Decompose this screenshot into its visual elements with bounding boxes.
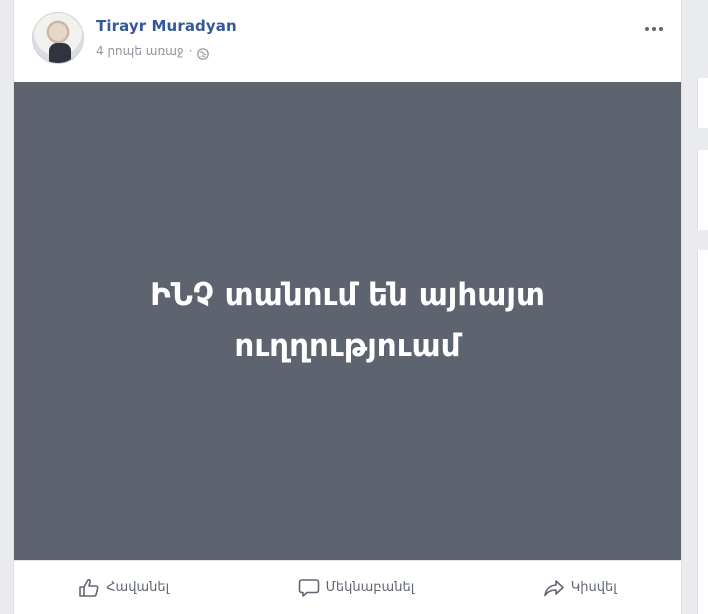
- action-bar: Հավանել Մեկնաբանել Կիսվել: [14, 560, 681, 614]
- post-image[interactable]: ԻՆՉ տանում են այհայտ ուղղություամ: [14, 82, 681, 560]
- ellipsis-icon: [652, 27, 656, 31]
- post-header: Tirayr Muradyan 4 րոպե առաջ ·: [30, 12, 669, 70]
- post-timestamp[interactable]: 4 րոպե առաջ: [96, 44, 184, 58]
- globe-icon: [197, 45, 210, 60]
- meta-separator: ·: [188, 44, 193, 58]
- ellipsis-icon: [645, 27, 649, 31]
- comment-bubble-icon: [298, 578, 320, 598]
- thumbs-up-icon: [78, 578, 100, 598]
- comment-button[interactable]: Մեկնաբանել: [288, 572, 425, 604]
- like-button[interactable]: Հավանել: [68, 572, 179, 604]
- like-label: Հավանել: [106, 580, 170, 595]
- ellipsis-icon: [659, 27, 663, 31]
- post-meta: 4 րոպե առաջ ·: [96, 44, 210, 60]
- share-button[interactable]: Կիսվել: [533, 572, 627, 604]
- right-rail-card: [697, 250, 708, 614]
- avatar[interactable]: [32, 12, 84, 64]
- author-name[interactable]: Tirayr Muradyan: [96, 17, 237, 35]
- more-options-button[interactable]: [641, 20, 667, 38]
- share-label: Կիսվել: [570, 580, 617, 595]
- right-rail-card: [697, 150, 708, 230]
- post-image-text: ԻՆՉ տանում են այհայտ ուղղություամ: [150, 277, 545, 364]
- post-card: Tirayr Muradyan 4 րոպե առաջ · ԻՆՉ տանում…: [13, 0, 682, 614]
- share-arrow-icon: [543, 578, 565, 598]
- comment-label: Մեկնաբանել: [325, 580, 415, 595]
- right-rail-card: [697, 78, 708, 128]
